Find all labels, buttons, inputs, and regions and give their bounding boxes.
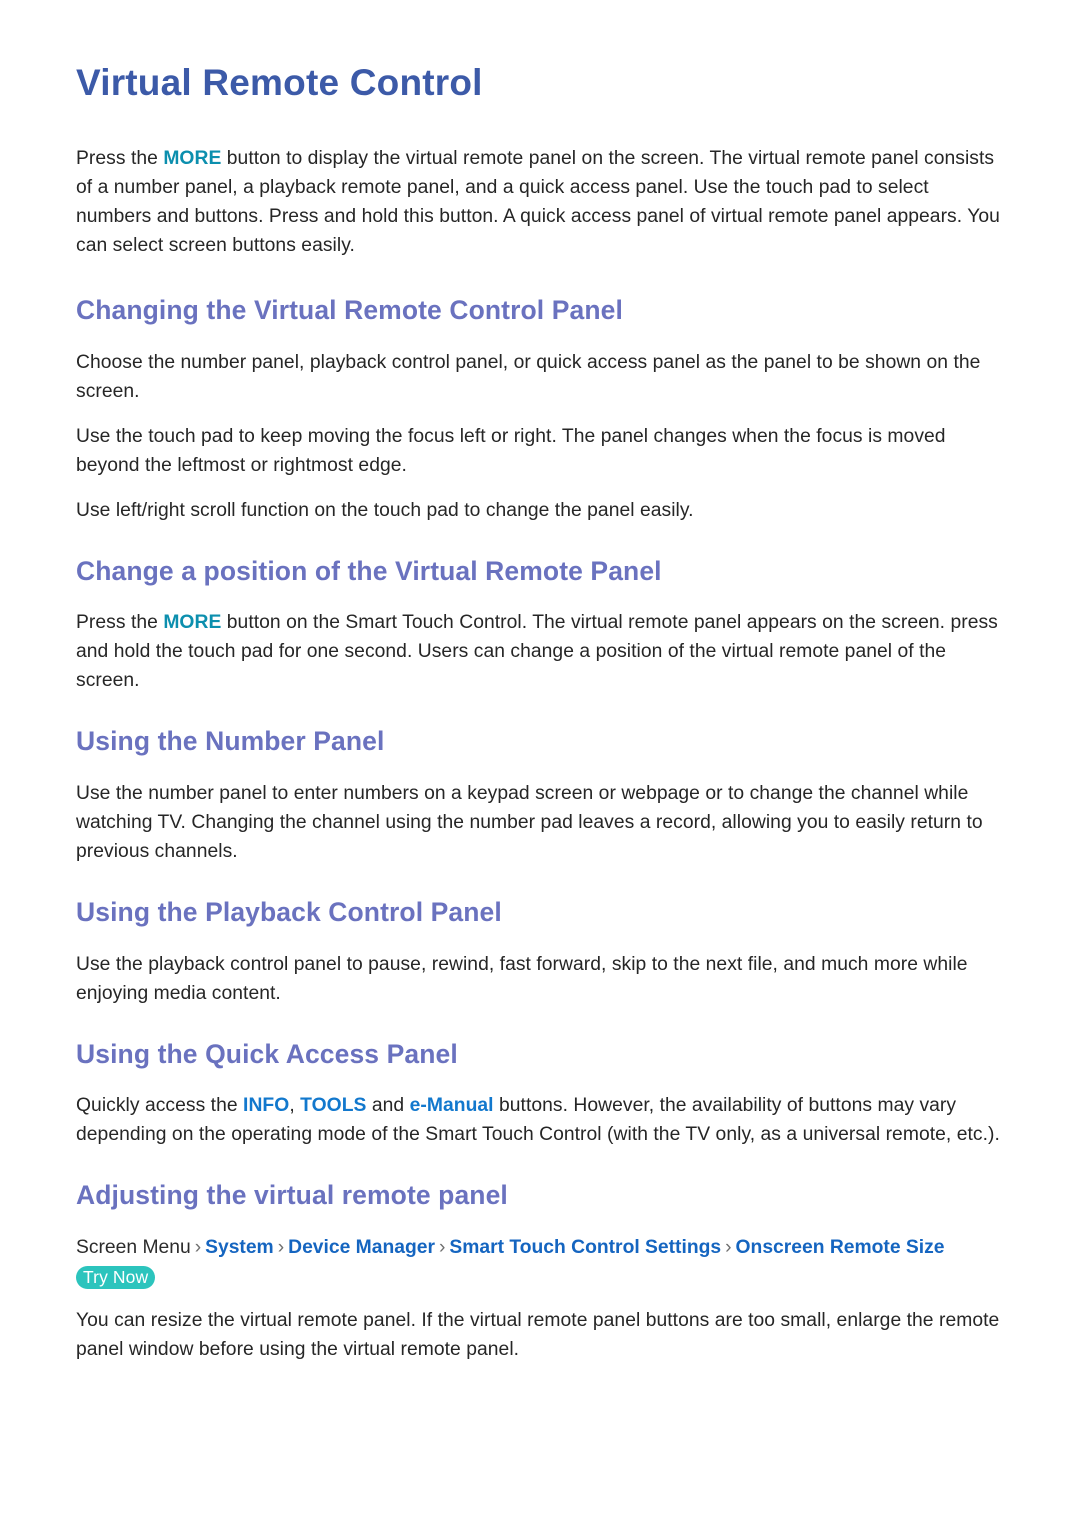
paragraph: You can resize the virtual remote panel.… (76, 1310, 1000, 1360)
paragraph: Press the MORE button on the Smart Touch… (76, 609, 1008, 696)
breadcrumb-item-device-manager[interactable]: Device Manager (288, 1237, 435, 1258)
section-heading-playback-panel: Using the Playback Control Panel (76, 896, 502, 927)
intro-section: Press the MORE button to display the vir… (76, 145, 1016, 261)
keyword-more: MORE (163, 612, 222, 634)
intro-text-part1: Press the (76, 148, 164, 170)
paragraph-part2: , (289, 1095, 301, 1117)
keyword-more: MORE (163, 148, 222, 170)
breadcrumb-root: Screen Menu (76, 1237, 191, 1259)
breadcrumb-item-system[interactable]: System (205, 1237, 274, 1258)
breadcrumb-item-onscreen-remote-size[interactable]: Onscreen Remote Size (736, 1237, 945, 1258)
section-number-panel: Using the Number Panel Use the number pa… (76, 726, 1016, 867)
section-heading-changing-panel: Changing the Virtual Remote Control Pane… (76, 295, 623, 326)
section-change-position: Change a position of the Virtual Remote … (76, 556, 1016, 697)
badge-row: Try Now (76, 1266, 1016, 1289)
section-playback-panel: Using the Playback Control Panel Use the… (76, 897, 1016, 1009)
paragraph: Use the playback control panel to pause,… (76, 953, 968, 1004)
document-page: Virtual Remote Control Press the MORE bu… (0, 0, 1080, 1527)
page-title: Virtual Remote Control (76, 62, 483, 103)
try-now-badge[interactable]: Try Now (76, 1266, 156, 1289)
paragraph: Quickly access the INFO, TOOLS and e-Man… (76, 1092, 1008, 1150)
chevron-right-icon: › (194, 1237, 202, 1259)
section-heading-adjusting-panel: Adjusting the virtual remote panel (76, 1180, 508, 1211)
paragraph-part1: Press the (76, 612, 164, 634)
paragraph: Choose the number panel, playback contro… (76, 351, 981, 402)
paragraph-part3: and (366, 1095, 410, 1117)
section-quick-access-panel: Using the Quick Access Panel Quickly acc… (76, 1039, 1016, 1151)
section-adjusting-panel: Adjusting the virtual remote panel Scree… (76, 1180, 1016, 1365)
section-heading-number-panel: Using the Number Panel (76, 726, 385, 757)
paragraph: Use left/right scroll function on the to… (76, 499, 694, 521)
section-heading-change-position: Change a position of the Virtual Remote … (76, 555, 662, 586)
paragraph-part1: Quickly access the (76, 1095, 244, 1117)
keyword-tools: TOOLS (300, 1095, 367, 1117)
breadcrumb: Screen Menu › System › Device Manager › Smart … (76, 1234, 1016, 1262)
paragraph: Use the number panel to enter numbers on… (76, 783, 983, 862)
keyword-info: INFO (243, 1095, 290, 1117)
breadcrumb-item-smart-touch-control-settings[interactable]: Smart Touch Control Settings (449, 1237, 721, 1258)
paragraph: Use the touch pad to keep moving the foc… (76, 425, 946, 476)
chevron-right-icon: › (277, 1237, 285, 1259)
chevron-right-icon: › (438, 1237, 446, 1259)
section-heading-quick-access-panel: Using the Quick Access Panel (76, 1038, 458, 1069)
menu-path-block: Screen Menu › System › Device Manager › Smart … (76, 1234, 1016, 1289)
section-changing-panel: Changing the Virtual Remote Control Pane… (76, 295, 1016, 525)
intro-paragraph: Press the MORE button to display the vir… (76, 145, 1008, 261)
chevron-right-icon: › (725, 1237, 732, 1259)
keyword-e-manual: e-Manual (409, 1095, 494, 1117)
